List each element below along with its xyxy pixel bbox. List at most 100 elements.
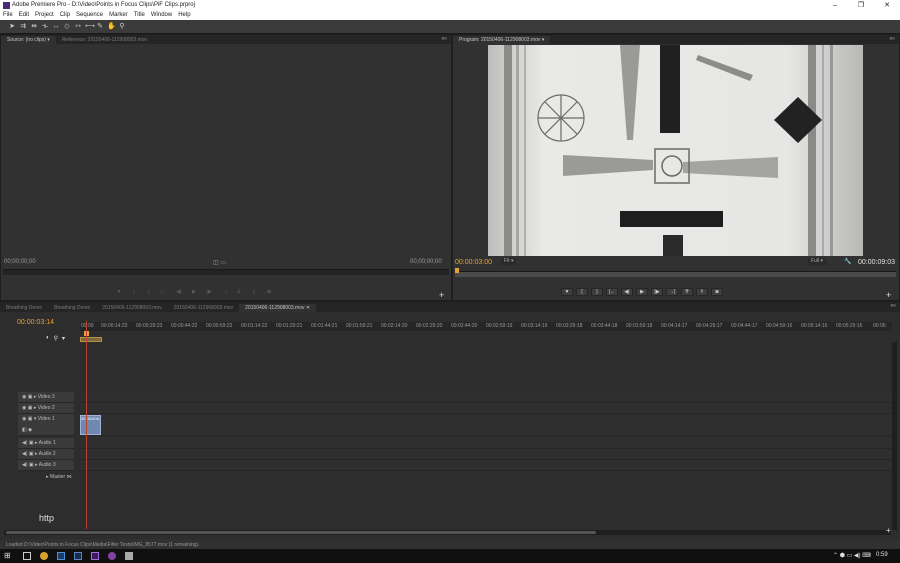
- wrench-icon[interactable]: 🔧: [844, 258, 851, 265]
- lock-icon[interactable]: ▣: [28, 394, 33, 400]
- eye-icon[interactable]: ◉: [22, 416, 26, 422]
- tray-icons[interactable]: ⌃ ⬢ ▭ ◀) ⌨: [833, 552, 871, 559]
- lightroom-icon[interactable]: [74, 552, 82, 560]
- explorer-icon[interactable]: [125, 552, 133, 560]
- panel-menu-icon[interactable]: ▾≡: [890, 36, 895, 42]
- lock-icon[interactable]: ▣: [29, 462, 34, 468]
- premiere-taskbar-icon[interactable]: [91, 552, 99, 560]
- track-select-tool-icon[interactable]: ⇉: [19, 23, 27, 31]
- mark-out-icon[interactable]: }: [591, 288, 603, 296]
- minimize-button[interactable]: –: [822, 0, 848, 11]
- tab-sequence-3[interactable]: 20150406-112908003.mov: [96, 304, 167, 312]
- track-lane[interactable]: [80, 392, 892, 403]
- tab-reference[interactable]: Reference: 20150406-112908003.mov: [56, 36, 153, 44]
- timeline-horizontal-scrollbar[interactable]: [4, 530, 891, 535]
- playback-quality-select[interactable]: Full ▾: [808, 258, 826, 265]
- lock-icon[interactable]: ▣: [28, 416, 33, 422]
- program-add-button-icon[interactable]: +: [886, 290, 891, 300]
- track-lane[interactable]: [80, 438, 892, 449]
- ripple-edit-tool-icon[interactable]: ⇹: [30, 23, 38, 31]
- extract-icon[interactable]: ⇑: [696, 288, 708, 296]
- step-back-icon[interactable]: ◀|: [621, 288, 633, 296]
- step-back-icon[interactable]: ◀|: [173, 288, 185, 296]
- program-scrubber[interactable]: [455, 271, 896, 277]
- timeline-playhead[interactable]: [86, 321, 87, 529]
- export-frame-icon[interactable]: ◙: [711, 288, 723, 296]
- track-lane[interactable]: [80, 449, 892, 460]
- menu-sequence[interactable]: Sequence: [73, 11, 106, 20]
- track-lane[interactable]: [80, 414, 892, 436]
- panel-menu-icon[interactable]: ▾≡: [442, 36, 447, 42]
- overwrite-icon[interactable]: ⇓: [248, 288, 260, 296]
- go-to-out-icon[interactable]: →|: [218, 288, 230, 296]
- track-lane[interactable]: [80, 460, 892, 471]
- go-to-in-icon[interactable]: |←: [158, 288, 170, 296]
- menu-edit[interactable]: Edit: [16, 11, 32, 20]
- speaker-icon[interactable]: ◀): [22, 462, 28, 468]
- menu-file[interactable]: File: [0, 11, 16, 20]
- add-marker-icon[interactable]: ▼: [113, 288, 125, 296]
- eye-icon[interactable]: ◉: [22, 394, 26, 400]
- eye-icon[interactable]: ◉: [22, 405, 26, 411]
- windows-start-icon[interactable]: ⊞: [4, 552, 12, 560]
- play-icon[interactable]: ▶: [188, 288, 200, 296]
- rolling-edit-tool-icon[interactable]: ⟛: [41, 23, 49, 31]
- app-icon[interactable]: [108, 552, 116, 560]
- menu-clip[interactable]: Clip: [57, 11, 73, 20]
- source-scrubber[interactable]: [3, 269, 449, 275]
- mark-in-icon[interactable]: {: [128, 288, 140, 296]
- taskbar-clock[interactable]: 0:59: [876, 552, 888, 558]
- linked-selection-icon[interactable]: ⚲: [54, 335, 58, 342]
- video-clip[interactable]: 20150406-: [80, 415, 101, 435]
- lock-icon[interactable]: ▣: [29, 451, 34, 457]
- step-forward-icon[interactable]: |▶: [203, 288, 215, 296]
- photoshop-icon[interactable]: [57, 552, 65, 560]
- mark-out-icon[interactable]: }: [143, 288, 155, 296]
- program-timecode-current[interactable]: 00:00:03:00: [455, 259, 492, 266]
- close-button[interactable]: ✕: [874, 0, 900, 11]
- time-ruler[interactable]: 00:00 00:00:14:23 00:00:29:23 00:00:44:2…: [80, 322, 892, 331]
- lift-icon[interactable]: ⇈: [681, 288, 693, 296]
- task-view-icon[interactable]: [23, 552, 31, 560]
- tab-sequence-4[interactable]: 20150406-112908003.mov: [168, 304, 239, 312]
- speaker-icon[interactable]: ◀): [22, 451, 28, 457]
- menu-marker[interactable]: Marker: [106, 11, 131, 20]
- source-timecode-current[interactable]: 00;00;00;00: [4, 259, 36, 265]
- razor-tool-icon[interactable]: ◇: [63, 23, 71, 31]
- lock-icon[interactable]: ▣: [29, 440, 34, 446]
- sequence-timecode[interactable]: 00:00:03:14: [17, 319, 54, 326]
- go-to-out-icon[interactable]: →|: [666, 288, 678, 296]
- menu-help[interactable]: Help: [175, 11, 193, 20]
- hand-tool-icon[interactable]: ✋: [107, 23, 116, 31]
- insert-icon[interactable]: ⇊: [233, 288, 245, 296]
- menu-window[interactable]: Window: [148, 11, 175, 20]
- pen-tool-icon[interactable]: ✎: [96, 23, 104, 31]
- fit-icon[interactable]: ◫ ▭: [213, 259, 226, 266]
- source-add-button-icon[interactable]: +: [439, 290, 444, 300]
- chrome-icon[interactable]: [40, 552, 48, 560]
- menu-title[interactable]: Title: [131, 11, 148, 20]
- maximize-button[interactable]: ❐: [848, 0, 874, 11]
- tab-sequence-2[interactable]: Breathing Demo: [48, 304, 96, 312]
- zoom-tool-icon[interactable]: ⚲: [118, 23, 126, 31]
- panel-menu-icon[interactable]: ▾≡: [891, 303, 896, 309]
- program-playhead-marker[interactable]: [455, 268, 459, 273]
- work-area-bar[interactable]: [80, 337, 102, 342]
- mark-in-icon[interactable]: {: [576, 288, 588, 296]
- tab-sequence-1[interactable]: Breathing Demo: [0, 304, 48, 312]
- menu-project[interactable]: Project: [32, 11, 57, 20]
- snap-icon[interactable]: ◐: [46, 335, 50, 342]
- add-marker-icon[interactable]: ▾: [62, 335, 65, 342]
- scrollbar-thumb[interactable]: [6, 531, 596, 534]
- add-marker-icon[interactable]: ▼: [561, 288, 573, 296]
- keyframe-icon[interactable]: ◧ ◆: [22, 427, 32, 433]
- slide-tool-icon[interactable]: ⟷: [85, 23, 95, 31]
- tab-sequence-5[interactable]: 20150406-112908003.mov ✕: [239, 304, 317, 312]
- master-output-icon[interactable]: ⋈: [67, 474, 72, 480]
- play-icon[interactable]: ▶: [636, 288, 648, 296]
- lock-icon[interactable]: ▣: [28, 405, 33, 411]
- step-forward-icon[interactable]: |▶: [651, 288, 663, 296]
- timeline-vertical-scrollbar[interactable]: [892, 342, 897, 530]
- zoom-fit-select[interactable]: Fit ▾: [501, 258, 517, 265]
- timeline-add-button-icon[interactable]: +: [886, 526, 891, 535]
